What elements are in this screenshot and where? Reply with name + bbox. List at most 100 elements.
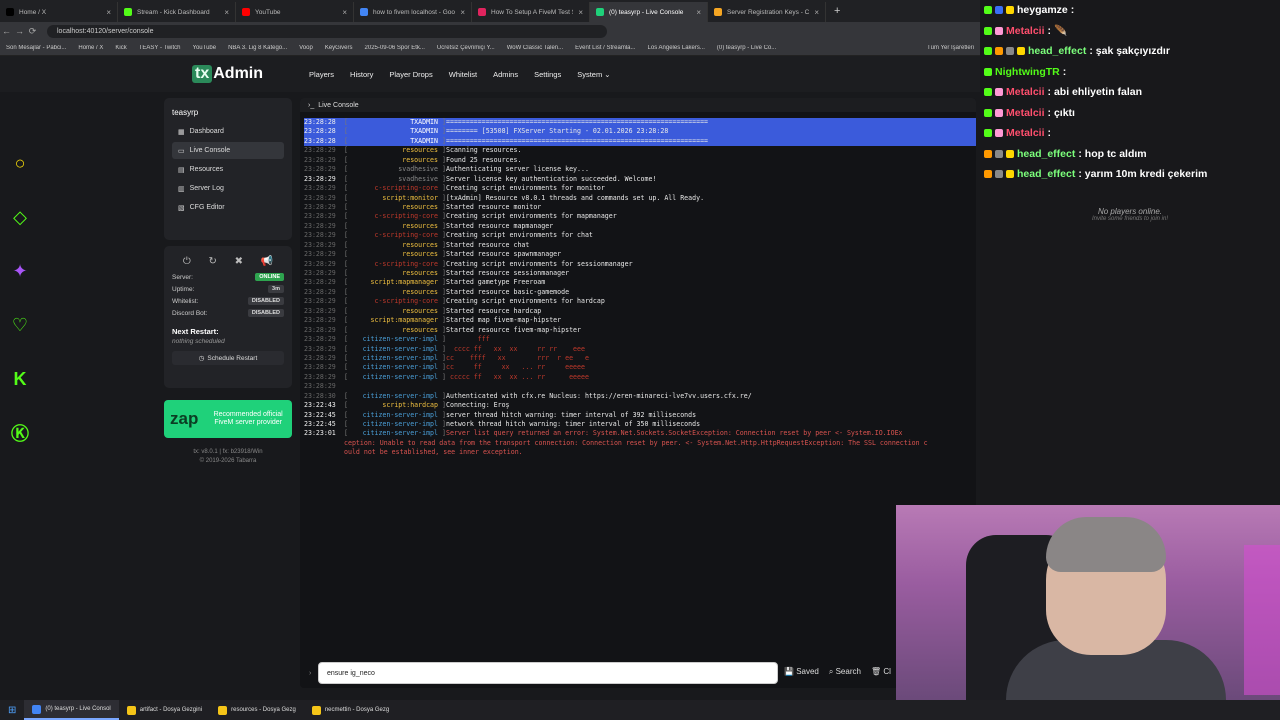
sparkle-icon[interactable]: ✦ — [9, 260, 31, 282]
kick-circle-icon[interactable]: Ⓚ — [9, 422, 31, 444]
console-output[interactable]: 23:28:28[TXADMIN] =======================… — [300, 112, 976, 458]
browser-tab[interactable]: How To Setup A FiveM Test Server × — [472, 2, 590, 22]
browser-tab[interactable]: Server Registration Keys - Cfx.re × — [708, 2, 826, 22]
bookmark-item[interactable]: Son Mesajlar - Pabci... — [0, 45, 72, 51]
bookmark-item[interactable]: NBA 3. Lig 8 Katego... — [222, 45, 293, 51]
menu-item[interactable]: Players — [309, 70, 334, 79]
console-message — [446, 382, 976, 391]
chat-text: çıktı — [1053, 106, 1075, 119]
sidebar-item[interactable]: ▦ Dashboard — [172, 123, 284, 140]
console-line: 23:28:29[citizen-server-impl] cc ffff xx … — [304, 354, 976, 363]
saved-button[interactable]: 💾 Saved — [784, 667, 819, 677]
close-icon[interactable]: × — [342, 8, 347, 17]
bookmark-item[interactable]: Los Angeles Lakers... — [642, 45, 711, 51]
taskbar-item[interactable]: necmettin - Dosya Gezg — [304, 700, 397, 720]
console-line: 23:28:28[TXADMIN] =======================… — [304, 118, 976, 128]
new-tab-icon[interactable]: + — [826, 5, 848, 17]
chat-text: hop tc aldım — [1084, 147, 1147, 160]
chat-username[interactable]: Metalcii — [1006, 86, 1045, 98]
txadmin-logo[interactable]: tx Admin — [192, 65, 263, 83]
browser-tab[interactable]: Stream - Kick Dashboard × — [118, 2, 236, 22]
console-channel: svadhesive — [398, 165, 438, 174]
browser-tab[interactable]: YouTube × — [236, 2, 354, 22]
chat-username[interactable]: head_effect — [1028, 45, 1086, 57]
chat-username[interactable]: Metalcii — [1006, 107, 1045, 119]
taskbar-item[interactable]: (0) teasyrp - Live Consol — [24, 700, 119, 720]
sidebar-item[interactable]: ▧ CFG Editor — [172, 199, 284, 216]
console-message: ould not be established, see inner excep… — [344, 448, 523, 457]
bookmark-item[interactable]: Voop — [293, 45, 319, 51]
menu-item[interactable]: System ⌄ — [577, 70, 610, 79]
bookmark-item[interactable]: TEASY - Twitch — [133, 45, 187, 51]
chat-username[interactable]: Metalcii — [1006, 127, 1045, 139]
chat-badge-icon — [1017, 47, 1025, 56]
diamond-icon[interactable]: ◇ — [9, 206, 31, 228]
browser-tab[interactable]: Home / X × — [0, 2, 118, 22]
status-row: Discord Bot: DISABLED — [164, 307, 292, 319]
close-icon[interactable]: × — [224, 8, 229, 17]
forward-icon[interactable]: → — [13, 26, 26, 36]
reload-icon[interactable]: ⟳ — [26, 26, 39, 37]
bookmark-item[interactable]: Kick — [109, 45, 132, 51]
circle-icon[interactable]: ○ — [9, 152, 31, 174]
address-bar-row: ← → ⟳ localhost:40120/server/console — [0, 22, 980, 40]
command-input[interactable]: ensure ig_neco — [318, 662, 778, 684]
console-message: Started map fivem-map-hipster — [446, 316, 562, 325]
bookmark-item[interactable]: (0) teasyrp - Live Co... — [711, 45, 782, 51]
close-icon[interactable]: × — [106, 8, 111, 17]
webcam-overlay — [896, 505, 1280, 700]
bookmark-item[interactable]: KeyGivers — [319, 45, 359, 51]
close-icon[interactable]: × — [696, 8, 701, 17]
bookmark-item[interactable]: 2025-09-06 Spor Etk... — [359, 45, 431, 51]
menu-item[interactable]: Admins — [493, 70, 518, 79]
taskbar-item[interactable]: artifact - Dosya Gezgini — [119, 700, 210, 720]
sidebar-item[interactable]: ▭ Live Console — [172, 142, 284, 159]
kick-all-icon[interactable]: ✖ — [235, 256, 243, 267]
chat-username[interactable]: head_effect — [1017, 148, 1075, 160]
console-timestamp: 23:28:29 — [304, 193, 336, 202]
zap-hosting-banner[interactable]: zap Recommended official FiveM server pr… — [164, 400, 292, 438]
restart-icon[interactable]: ↻ — [208, 256, 216, 267]
chat-badge-icon — [984, 6, 992, 15]
bookmark-item[interactable]: YouTube — [187, 45, 223, 51]
kick-icon[interactable]: K — [9, 368, 31, 390]
menu-item[interactable]: Whitelist — [449, 70, 477, 79]
chat-username[interactable]: heygamze — [1017, 4, 1068, 16]
menu-item[interactable]: Player Drops — [389, 70, 432, 79]
close-icon[interactable]: × — [578, 8, 583, 17]
clear-button[interactable]: 🗑 Cl — [871, 667, 891, 677]
bookmark-item[interactable]: WoW Classic Talen... — [501, 45, 569, 51]
chat-username[interactable]: head_effect — [1017, 168, 1075, 180]
all-bookmarks[interactable]: Tüm Yer İşaretleri — [921, 45, 980, 51]
url-input[interactable]: localhost:40120/server/console — [47, 24, 607, 38]
taskbar-app-icon — [126, 705, 136, 715]
console-line: 23:28:28[TXADMIN] ======== [53508] FXServ… — [304, 127, 976, 137]
sidebar-item[interactable]: ▥ Server Log — [172, 180, 284, 197]
sidebar-item[interactable]: ▤ Resources — [172, 161, 284, 178]
bookmark-item[interactable]: Event List / Streamla... — [569, 45, 641, 51]
console-line: 23:28:29[resources] Started resource sess… — [304, 269, 976, 278]
windows-start-icon[interactable]: ⊞ — [0, 700, 24, 720]
browser-tab[interactable]: (0) teasyrp - Live Console × — [590, 2, 708, 22]
chat-username[interactable]: NightwingTR — [995, 66, 1060, 78]
menu-item[interactable]: History — [350, 70, 373, 79]
power-off-icon[interactable]: ⏻ — [183, 256, 191, 267]
back-icon[interactable]: ← — [0, 26, 13, 36]
sidebar-nav: ▦ Dashboard ▭ Live Console ▤ Resources ▥ Server… — [164, 123, 292, 216]
taskbar-app-icon — [218, 705, 228, 715]
bookmark-item[interactable]: Ücretsiz Çevrimiçi Y... — [431, 45, 501, 51]
console-channel: citizen-server-impl — [362, 372, 438, 381]
close-icon[interactable]: × — [814, 8, 819, 17]
console-channel: resources — [402, 221, 438, 230]
chat-username[interactable]: Metalcii — [1006, 25, 1045, 37]
bookmark-item[interactable]: Home / X — [72, 45, 109, 51]
search-button[interactable]: ⌕ Search — [829, 667, 861, 677]
console-message: [txAdmin] Resource v8.0.1 threads and co… — [446, 193, 705, 202]
announce-icon[interactable]: 📢 — [261, 256, 273, 267]
browser-tab[interactable]: how to fivem localhost - Google × — [354, 2, 472, 22]
schedule-restart-button[interactable]: ◷ Schedule Restart — [172, 351, 284, 365]
menu-item[interactable]: Settings — [534, 70, 561, 79]
close-icon[interactable]: × — [460, 8, 465, 17]
heart-icon[interactable]: ♡ — [9, 314, 31, 336]
taskbar-item[interactable]: resources - Dosya Gezg — [210, 700, 304, 720]
